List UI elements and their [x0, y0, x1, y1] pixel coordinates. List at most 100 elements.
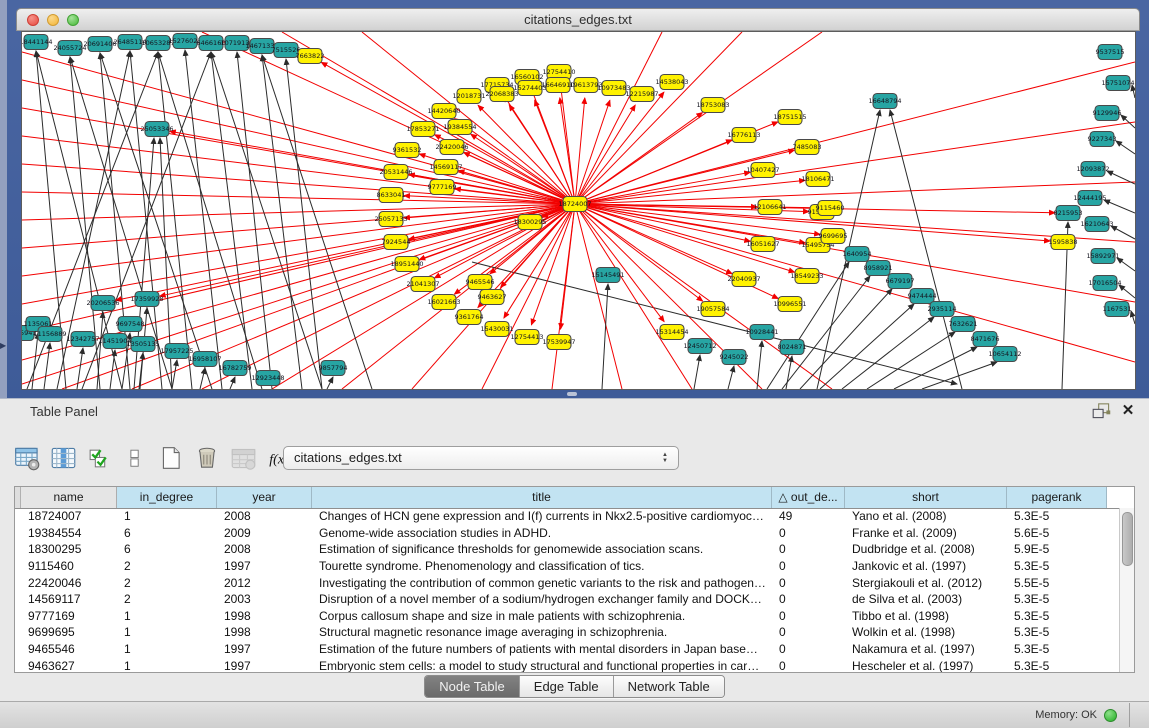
cell-year[interactable]: 2009: [217, 526, 312, 540]
cell-title[interactable]: Embryonic stem cells: a model to study s…: [312, 659, 772, 673]
table-row[interactable]: 911546021997Tourette syndrome. Phenomeno…: [15, 558, 1119, 575]
cell-out_de...[interactable]: 49: [772, 509, 845, 523]
cell-year[interactable]: 1997: [217, 642, 312, 656]
cell-in_degree[interactable]: 6: [117, 526, 217, 540]
cell-in_degree[interactable]: 1: [117, 642, 217, 656]
tab-node-table[interactable]: Node Table: [425, 676, 520, 697]
table-settings-icon[interactable]: [10, 442, 44, 474]
hide-panel-arrow-icon[interactable]: ▶: [0, 340, 8, 352]
cell-out_de...[interactable]: 0: [772, 559, 845, 573]
cell-name[interactable]: 18300295: [21, 542, 117, 556]
cell-short[interactable]: Yano et al. (2008): [845, 509, 1007, 523]
cell-out_de...[interactable]: 0: [772, 625, 845, 639]
cell-short[interactable]: Nakamura et al. (1997): [845, 642, 1007, 656]
cell-pagerank[interactable]: 5.9E-5: [1007, 542, 1107, 556]
cell-short[interactable]: Stergiakouli et al. (2012): [845, 576, 1007, 590]
cell-pagerank[interactable]: 5.5E-5: [1007, 576, 1107, 590]
cell-in_degree[interactable]: 6: [117, 542, 217, 556]
cell-pagerank[interactable]: 5.3E-5: [1007, 559, 1107, 573]
table-source-select[interactable]: citations_edges.txt ▲▼: [283, 446, 679, 470]
cell-name[interactable]: 22420046: [21, 576, 117, 590]
cell-year[interactable]: 2008: [217, 542, 312, 556]
memory-status-icon[interactable]: [1104, 709, 1117, 722]
cell-short[interactable]: Franke et al. (2009): [845, 526, 1007, 540]
cell-year[interactable]: 1998: [217, 625, 312, 639]
cell-short[interactable]: Wolkin et al. (1998): [845, 625, 1007, 639]
cell-name[interactable]: 18724007: [21, 509, 117, 523]
column-header-out_de...[interactable]: △ out_de...: [772, 487, 845, 508]
close-panel-icon[interactable]: ✕: [1119, 401, 1137, 421]
panel-drag-handle[interactable]: [567, 392, 577, 396]
cell-short[interactable]: Dudbridge et al. (2008): [845, 542, 1007, 556]
cell-title[interactable]: Investigating the contribution of common…: [312, 576, 772, 590]
cell-name[interactable]: 14569117: [21, 592, 117, 606]
cell-name[interactable]: 19384554: [21, 526, 117, 540]
cell-in_degree[interactable]: 1: [117, 625, 217, 639]
cell-name[interactable]: 9699695: [21, 625, 117, 639]
column-header-pagerank[interactable]: pagerank: [1007, 487, 1107, 508]
cell-out_de...[interactable]: 0: [772, 659, 845, 673]
table-row[interactable]: 977716911998Corpus callosum shape and si…: [15, 608, 1119, 625]
delete-table-icon[interactable]: [190, 442, 224, 474]
cell-name[interactable]: 9777169: [21, 609, 117, 623]
cell-year[interactable]: 2003: [217, 592, 312, 606]
cell-pagerank[interactable]: 5.3E-5: [1007, 609, 1107, 623]
network-graph-canvas[interactable]: 1844114424055724206914062648511410653287…: [21, 31, 1136, 390]
column-header-year[interactable]: year: [217, 487, 312, 508]
cell-in_degree[interactable]: 1: [117, 509, 217, 523]
cell-title[interactable]: Estimation of significance thresholds fo…: [312, 542, 772, 556]
cell-short[interactable]: Jankovic et al. (1997): [845, 559, 1007, 573]
column-header-name[interactable]: name: [21, 487, 117, 508]
cell-year[interactable]: 2012: [217, 576, 312, 590]
cell-title[interactable]: Estimation of the future numbers of pati…: [312, 642, 772, 656]
window-titlebar[interactable]: citations_edges.txt: [16, 8, 1140, 31]
delete-column-icon[interactable]: [226, 442, 260, 474]
cell-out_de...[interactable]: 0: [772, 609, 845, 623]
scrollbar-thumb[interactable]: [1122, 512, 1133, 566]
cell-out_de...[interactable]: 0: [772, 576, 845, 590]
cell-title[interactable]: Disruption of a novel member of a sodium…: [312, 592, 772, 606]
cell-pagerank[interactable]: 5.3E-5: [1007, 659, 1107, 673]
cell-title[interactable]: Changes of HCN gene expression and I(f) …: [312, 509, 772, 523]
cell-out_de...[interactable]: 0: [772, 542, 845, 556]
cell-name[interactable]: 9115460: [21, 559, 117, 573]
cell-title[interactable]: Structural magnetic resonance image aver…: [312, 625, 772, 639]
column-header-short[interactable]: short: [845, 487, 1007, 508]
table-row[interactable]: 969969511998Structural magnetic resonanc…: [15, 624, 1119, 641]
cell-out_de...[interactable]: 0: [772, 526, 845, 540]
select-all-icon[interactable]: [82, 442, 116, 474]
create-table-icon[interactable]: [154, 442, 188, 474]
cell-year[interactable]: 1997: [217, 559, 312, 573]
cell-title[interactable]: Genome-wide association studies in ADHD.: [312, 526, 772, 540]
table-vertical-scrollbar[interactable]: [1119, 508, 1134, 672]
cell-pagerank[interactable]: 5.3E-5: [1007, 592, 1107, 606]
cell-in_degree[interactable]: 1: [117, 609, 217, 623]
table-row[interactable]: 946554611997Estimation of the future num…: [15, 641, 1119, 658]
tab-network-table[interactable]: Network Table: [614, 676, 724, 697]
cell-short[interactable]: Tibbo et al. (1998): [845, 609, 1007, 623]
cell-in_degree[interactable]: 2: [117, 592, 217, 606]
unselect-all-icon[interactable]: [118, 442, 152, 474]
table-row[interactable]: 1938455462009Genome-wide association stu…: [15, 525, 1119, 542]
cell-year[interactable]: 1997: [217, 659, 312, 673]
float-panel-icon[interactable]: [1091, 402, 1113, 422]
column-header-in_degree[interactable]: in_degree: [117, 487, 217, 508]
cell-pagerank[interactable]: 5.3E-5: [1007, 642, 1107, 656]
cell-in_degree[interactable]: 1: [117, 659, 217, 673]
cell-short[interactable]: Hescheler et al. (1997): [845, 659, 1007, 673]
cell-in_degree[interactable]: 2: [117, 576, 217, 590]
cell-in_degree[interactable]: 2: [117, 559, 217, 573]
cell-pagerank[interactable]: 5.3E-5: [1007, 625, 1107, 639]
cell-out_de...[interactable]: 0: [772, 642, 845, 656]
cell-title[interactable]: Tourette syndrome. Phenomenology and cla…: [312, 559, 772, 573]
table-row[interactable]: 1456911722003Disruption of a novel membe…: [15, 591, 1119, 608]
cell-out_de...[interactable]: 0: [772, 592, 845, 606]
show-columns-icon[interactable]: [46, 442, 80, 474]
table-row[interactable]: 946362711997Embryonic stem cells: a mode…: [15, 657, 1119, 673]
cell-pagerank[interactable]: 5.6E-5: [1007, 526, 1107, 540]
column-header-title[interactable]: title: [312, 487, 772, 508]
cell-title[interactable]: Corpus callosum shape and size in male p…: [312, 609, 772, 623]
cell-year[interactable]: 1998: [217, 609, 312, 623]
cell-pagerank[interactable]: 5.3E-5: [1007, 509, 1107, 523]
tab-edge-table[interactable]: Edge Table: [520, 676, 614, 697]
